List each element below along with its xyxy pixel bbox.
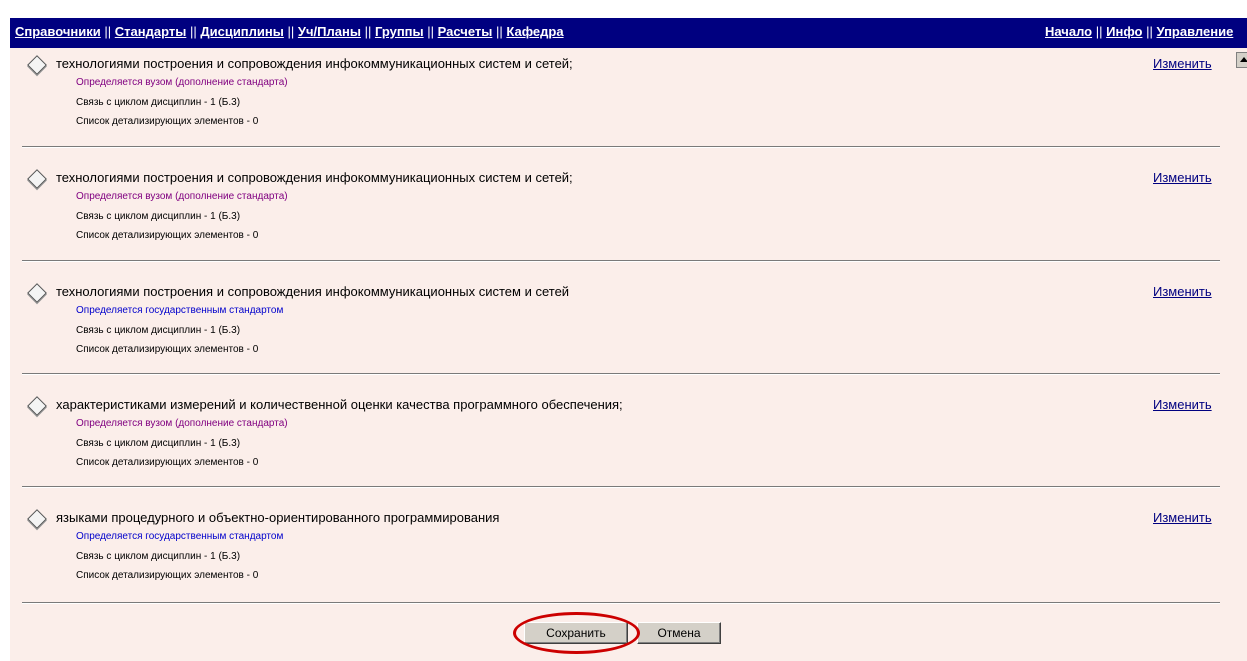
item-title: технологиями построения и сопровождения … [56,284,570,299]
item-cycle-link: Связь с циклом дисциплин - 1 (Б.3) [76,97,241,108]
nav-separator: || [427,24,435,39]
nav-link-kafedra[interactable]: Кафедра [506,24,563,39]
item-cycle-link: Связь с циклом дисциплин - 1 (Б.3) [76,551,241,562]
divider [22,602,1220,604]
item-title: языками процедурного и объектно-ориентир… [56,510,500,525]
nav-link-standarty[interactable]: Стандарты [115,24,187,39]
edit-link[interactable]: Изменить [1153,170,1212,185]
edit-link[interactable]: Изменить [1153,510,1212,525]
divider [22,146,1220,148]
diamond-bullet-icon [27,509,47,529]
nav-separator: || [1095,24,1103,39]
top-navigation-bar: Справочники || Стандарты || Дисциплины |… [10,18,1247,48]
edit-link[interactable]: Изменить [1153,284,1212,299]
item-cycle-link: Связь с циклом дисциплин - 1 (Б.3) [76,325,241,336]
divider [22,486,1220,488]
nav-separator: || [287,24,295,39]
nav-link-gruppy[interactable]: Группы [375,24,424,39]
divider [22,373,1220,375]
save-button[interactable]: Сохранить [524,622,628,644]
diamond-bullet-icon [27,396,47,416]
edit-link[interactable]: Изменить [1153,56,1212,71]
nav-separator: || [189,24,197,39]
item-source: Определяется вузом (дополнение стандарта… [76,77,288,88]
nav-link-info[interactable]: Инфо [1106,24,1142,39]
item-title: технологиями построения и сопровождения … [56,56,573,71]
nav-right-group: Начало || Инфо || Управление [1045,24,1233,39]
nav-separator: || [495,24,503,39]
cancel-button[interactable]: Отмена [637,622,721,644]
item-title: характеристиками измерений и количествен… [56,397,623,412]
item-source: Определяется вузом (дополнение стандарта… [76,418,288,429]
item-details-count: Список детализирующих элементов - 0 [76,116,259,127]
divider [22,260,1220,262]
item-source: Определяется государственным стандартом [76,531,284,542]
item-details-count: Список детализирующих элементов - 0 [76,570,259,581]
nav-link-upravlenie[interactable]: Управление [1156,24,1233,39]
nav-separator: || [1146,24,1153,39]
item-cycle-link: Связь с циклом дисциплин - 1 (Б.3) [76,211,241,222]
nav-link-distsipliny[interactable]: Дисциплины [200,24,284,39]
scrollbar-up-arrow[interactable] [1236,52,1247,68]
item-title: технологиями построения и сопровождения … [56,170,573,185]
item-details-count: Список детализирующих элементов - 0 [76,457,259,468]
edit-link[interactable]: Изменить [1153,397,1212,412]
nav-left-group: Справочники || Стандарты || Дисциплины |… [15,24,564,39]
diamond-bullet-icon [27,169,47,189]
item-source: Определяется государственным стандартом [76,305,284,316]
nav-separator: || [104,24,112,39]
diamond-bullet-icon [27,55,47,75]
nav-link-spravochniki[interactable]: Справочники [15,24,101,39]
nav-link-raschety[interactable]: Расчеты [438,24,493,39]
item-source: Определяется вузом (дополнение стандарта… [76,191,288,202]
nav-separator: || [364,24,372,39]
item-details-count: Список детализирующих элементов - 0 [76,230,259,241]
nav-link-nachalo[interactable]: Начало [1045,24,1092,39]
diamond-bullet-icon [27,283,47,303]
item-cycle-link: Связь с циклом дисциплин - 1 (Б.3) [76,438,241,449]
nav-link-uch-plany[interactable]: Уч/Планы [298,24,361,39]
competency-list: технологиями построения и сопровождения … [10,48,1247,661]
item-details-count: Список детализирующих элементов - 0 [76,344,259,355]
